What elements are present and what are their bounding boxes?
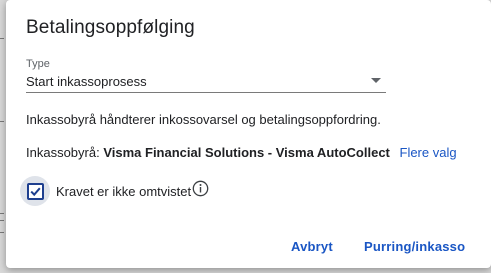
info-icon[interactable] [192, 180, 209, 197]
dialog-title: Betalingsoppfølging [26, 17, 195, 38]
type-select-value[interactable]: Start inkassoprosess [26, 74, 147, 89]
type-select-label: Type [26, 58, 50, 70]
agency-name: Visma Financial Solutions - Visma AutoCo… [103, 145, 390, 160]
info-text: Inkassobyrå håndterer inkossovarsel og b… [26, 112, 381, 127]
undisputed-checkbox-label[interactable]: Kravet er ikke omtvistet [56, 184, 191, 199]
undisputed-checkbox[interactable] [20, 176, 50, 206]
reminder-collection-button[interactable]: Purring/inkasso [364, 239, 465, 254]
agency-label: Inkassobyrå: [26, 145, 100, 160]
cancel-button[interactable]: Avbryt [291, 239, 333, 254]
backdrop-fragment [0, 213, 4, 214]
agency-row: Inkassobyrå: Visma Financial Solutions -… [26, 145, 457, 160]
backdrop-fragment [0, 232, 4, 233]
backdrop-fragment [0, 121, 4, 122]
type-select[interactable]: Type Start inkassoprosess [26, 58, 386, 93]
backdrop-fragment [0, 220, 4, 221]
payment-followup-dialog: Betalingsoppfølging Type Start inkassopr… [6, 0, 491, 268]
checkbox-box[interactable] [27, 183, 44, 200]
dropdown-arrow-icon[interactable] [371, 78, 381, 83]
backdrop-fragment [0, 38, 4, 39]
more-options-link[interactable]: Flere valg [400, 145, 457, 160]
checkmark-icon [30, 187, 41, 197]
